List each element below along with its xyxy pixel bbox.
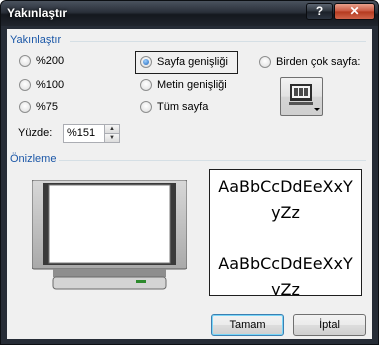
text-width-label: Metin genişliği xyxy=(157,79,227,91)
page-width-label: Sayfa genişliği xyxy=(157,56,228,68)
radio-circle-icon xyxy=(259,56,271,68)
preview-line: AaBbCcDdEeXxY xyxy=(218,177,353,196)
many-pages-label: Birden çok sayfa: xyxy=(276,56,361,68)
preview-group-divider xyxy=(59,160,366,161)
monitor-preview-icon xyxy=(32,180,187,290)
spin-down-icon[interactable]: ▼ xyxy=(104,133,119,142)
preview-group-label: Önizleme xyxy=(10,153,57,165)
whole-page-label: Tüm sayfa xyxy=(157,101,209,113)
whole-page-radio[interactable]: Tüm sayfa xyxy=(140,101,208,113)
dialog-title: Yakınlaştır xyxy=(7,6,68,20)
ok-button[interactable]: Tamam xyxy=(211,314,284,336)
percent-value: %151 xyxy=(67,127,96,139)
close-button[interactable]: ✕ xyxy=(334,3,375,20)
radio-circle-icon xyxy=(19,79,31,91)
preview-line: AaBbCcDdEeXxY xyxy=(218,254,353,273)
many-pages-dropdown-button[interactable] xyxy=(280,77,323,116)
title-bar[interactable]: Yakınlaştır ? ✕ xyxy=(1,1,378,26)
font-preview: AaBbCcDdEeXxY yZz AaBbCcDdEeXxY yZz xyxy=(209,169,362,296)
percent-label: Yüzde: xyxy=(18,127,53,139)
zoom-group-divider xyxy=(70,41,366,42)
zoom-100-radio[interactable]: %100 xyxy=(19,79,64,91)
monitor-pages-icon xyxy=(289,84,320,111)
page-width-radio[interactable]: Sayfa genişliği xyxy=(140,56,228,68)
zoom-group-label: Yakınlaştır xyxy=(10,34,62,46)
dialog-body: Yakınlaştır %200 %100 %75 Sayfa genişliğ… xyxy=(7,29,372,339)
radio-circle-icon xyxy=(19,55,31,67)
spinner-arrows[interactable]: ▲ ▼ xyxy=(104,125,119,142)
zoom-200-label: %200 xyxy=(36,55,65,67)
text-width-radio[interactable]: Metin genişliği xyxy=(140,79,227,91)
zoom-75-label: %75 xyxy=(36,101,59,113)
percent-spinner[interactable]: %151 ▲ ▼ xyxy=(63,124,120,143)
cancel-button[interactable]: İptal xyxy=(293,314,366,336)
many-pages-radio[interactable]: Birden çok sayfa: xyxy=(259,56,360,68)
zoom-200-radio[interactable]: %200 xyxy=(19,55,64,67)
radio-circle-icon xyxy=(140,79,152,91)
zoom-75-radio[interactable]: %75 xyxy=(19,101,58,113)
spin-up-icon[interactable]: ▲ xyxy=(104,125,119,133)
radio-selected-icon xyxy=(140,56,152,68)
preview-line: yZz xyxy=(271,280,300,296)
help-button[interactable]: ? xyxy=(306,3,333,20)
zoom-dialog: Yakınlaştır ? ✕ Yakınlaştır %200 %100 %7… xyxy=(0,0,379,345)
radio-circle-icon xyxy=(140,101,152,113)
zoom-100-label: %100 xyxy=(36,79,65,91)
radio-circle-icon xyxy=(19,101,31,113)
preview-line: yZz xyxy=(271,203,300,222)
